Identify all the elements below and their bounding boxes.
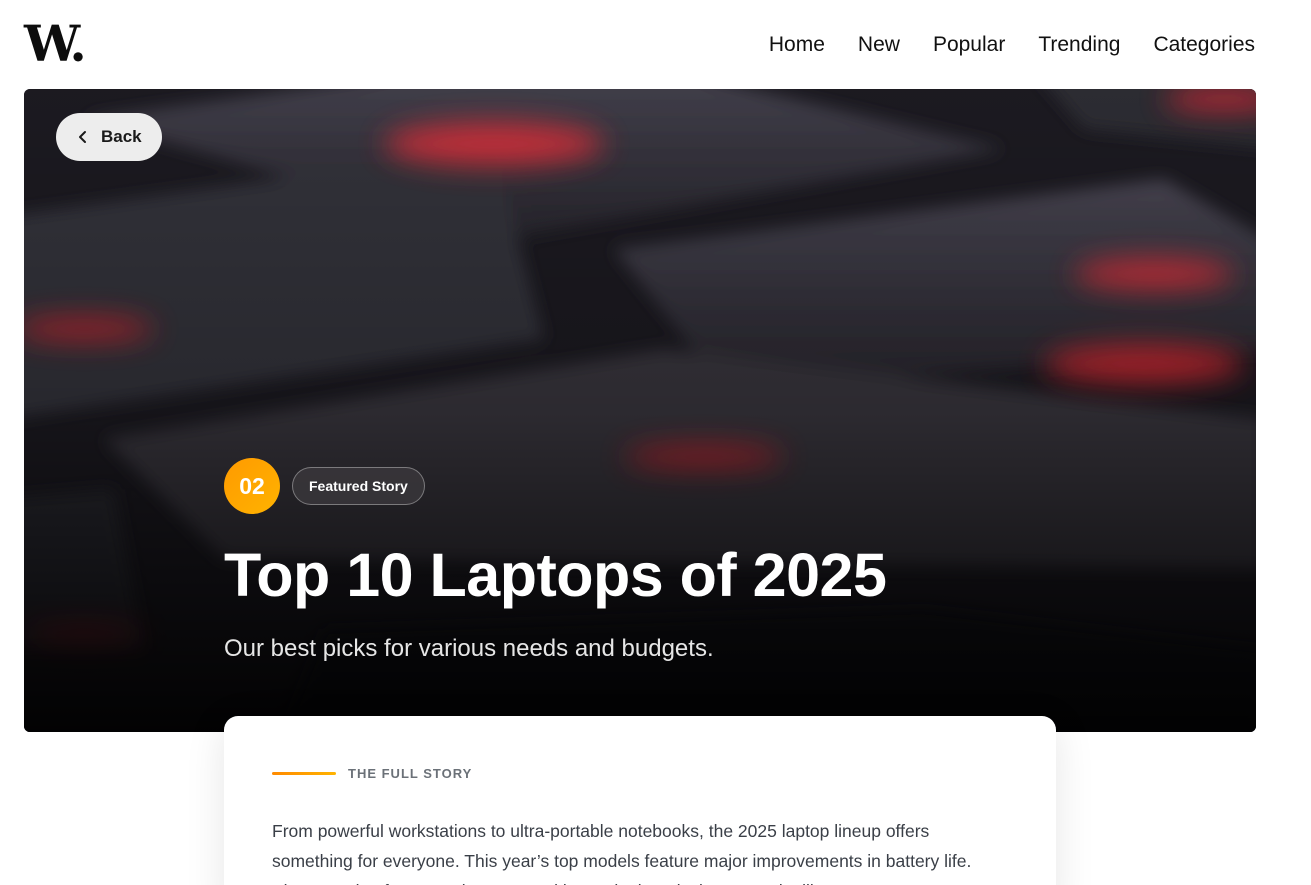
accent-divider	[272, 772, 336, 775]
top-bar: W. Home New Popular Trending Categories	[0, 0, 1311, 89]
site-logo[interactable]: W.	[24, 18, 87, 70]
back-button[interactable]: Back	[56, 113, 162, 161]
chevron-left-icon	[79, 131, 86, 143]
nav-new[interactable]: New	[858, 32, 900, 58]
story-card: THE FULL STORY From powerful workstation…	[224, 716, 1056, 885]
nav-home[interactable]: Home	[769, 32, 825, 58]
kicker-label: THE FULL STORY	[348, 766, 473, 781]
nav-categories[interactable]: Categories	[1153, 32, 1255, 58]
article-body: From powerful workstations to ultra-port…	[272, 821, 972, 885]
section-kicker: THE FULL STORY	[272, 766, 472, 781]
back-button-label: Back	[101, 127, 142, 146]
featured-tag: Featured Story	[292, 467, 425, 505]
hero-banner: Back 02 Featured Story Top 10 Laptops of…	[24, 89, 1256, 732]
page-subtitle: Our best picks for various needs and bud…	[224, 635, 714, 662]
page-title: Top 10 Laptops of 2025	[224, 541, 887, 609]
story-meta: 02 Featured Story	[224, 458, 425, 514]
rank-badge: 02	[224, 458, 280, 514]
main-nav: Home New Popular Trending Categories	[769, 32, 1255, 58]
nav-popular[interactable]: Popular	[933, 32, 1005, 58]
nav-trending[interactable]: Trending	[1038, 32, 1120, 58]
